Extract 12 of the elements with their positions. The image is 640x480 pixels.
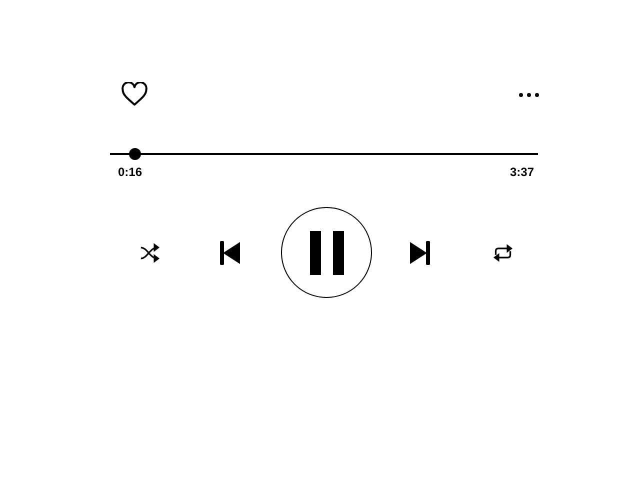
repeat-icon[interactable] xyxy=(492,242,514,262)
elapsed-time: 0:16 xyxy=(118,164,142,181)
previous-track-icon[interactable] xyxy=(220,240,240,264)
total-time: 3:37 xyxy=(510,164,534,181)
more-options-icon[interactable] xyxy=(518,92,540,98)
progress-thumb[interactable] xyxy=(128,148,141,160)
progress-slider[interactable] xyxy=(110,148,538,160)
pause-icon xyxy=(310,230,344,274)
like-button[interactable] xyxy=(121,82,148,107)
shuffle-icon[interactable] xyxy=(139,242,161,262)
next-track-icon[interactable] xyxy=(410,240,430,264)
play-pause-button[interactable] xyxy=(281,207,372,298)
